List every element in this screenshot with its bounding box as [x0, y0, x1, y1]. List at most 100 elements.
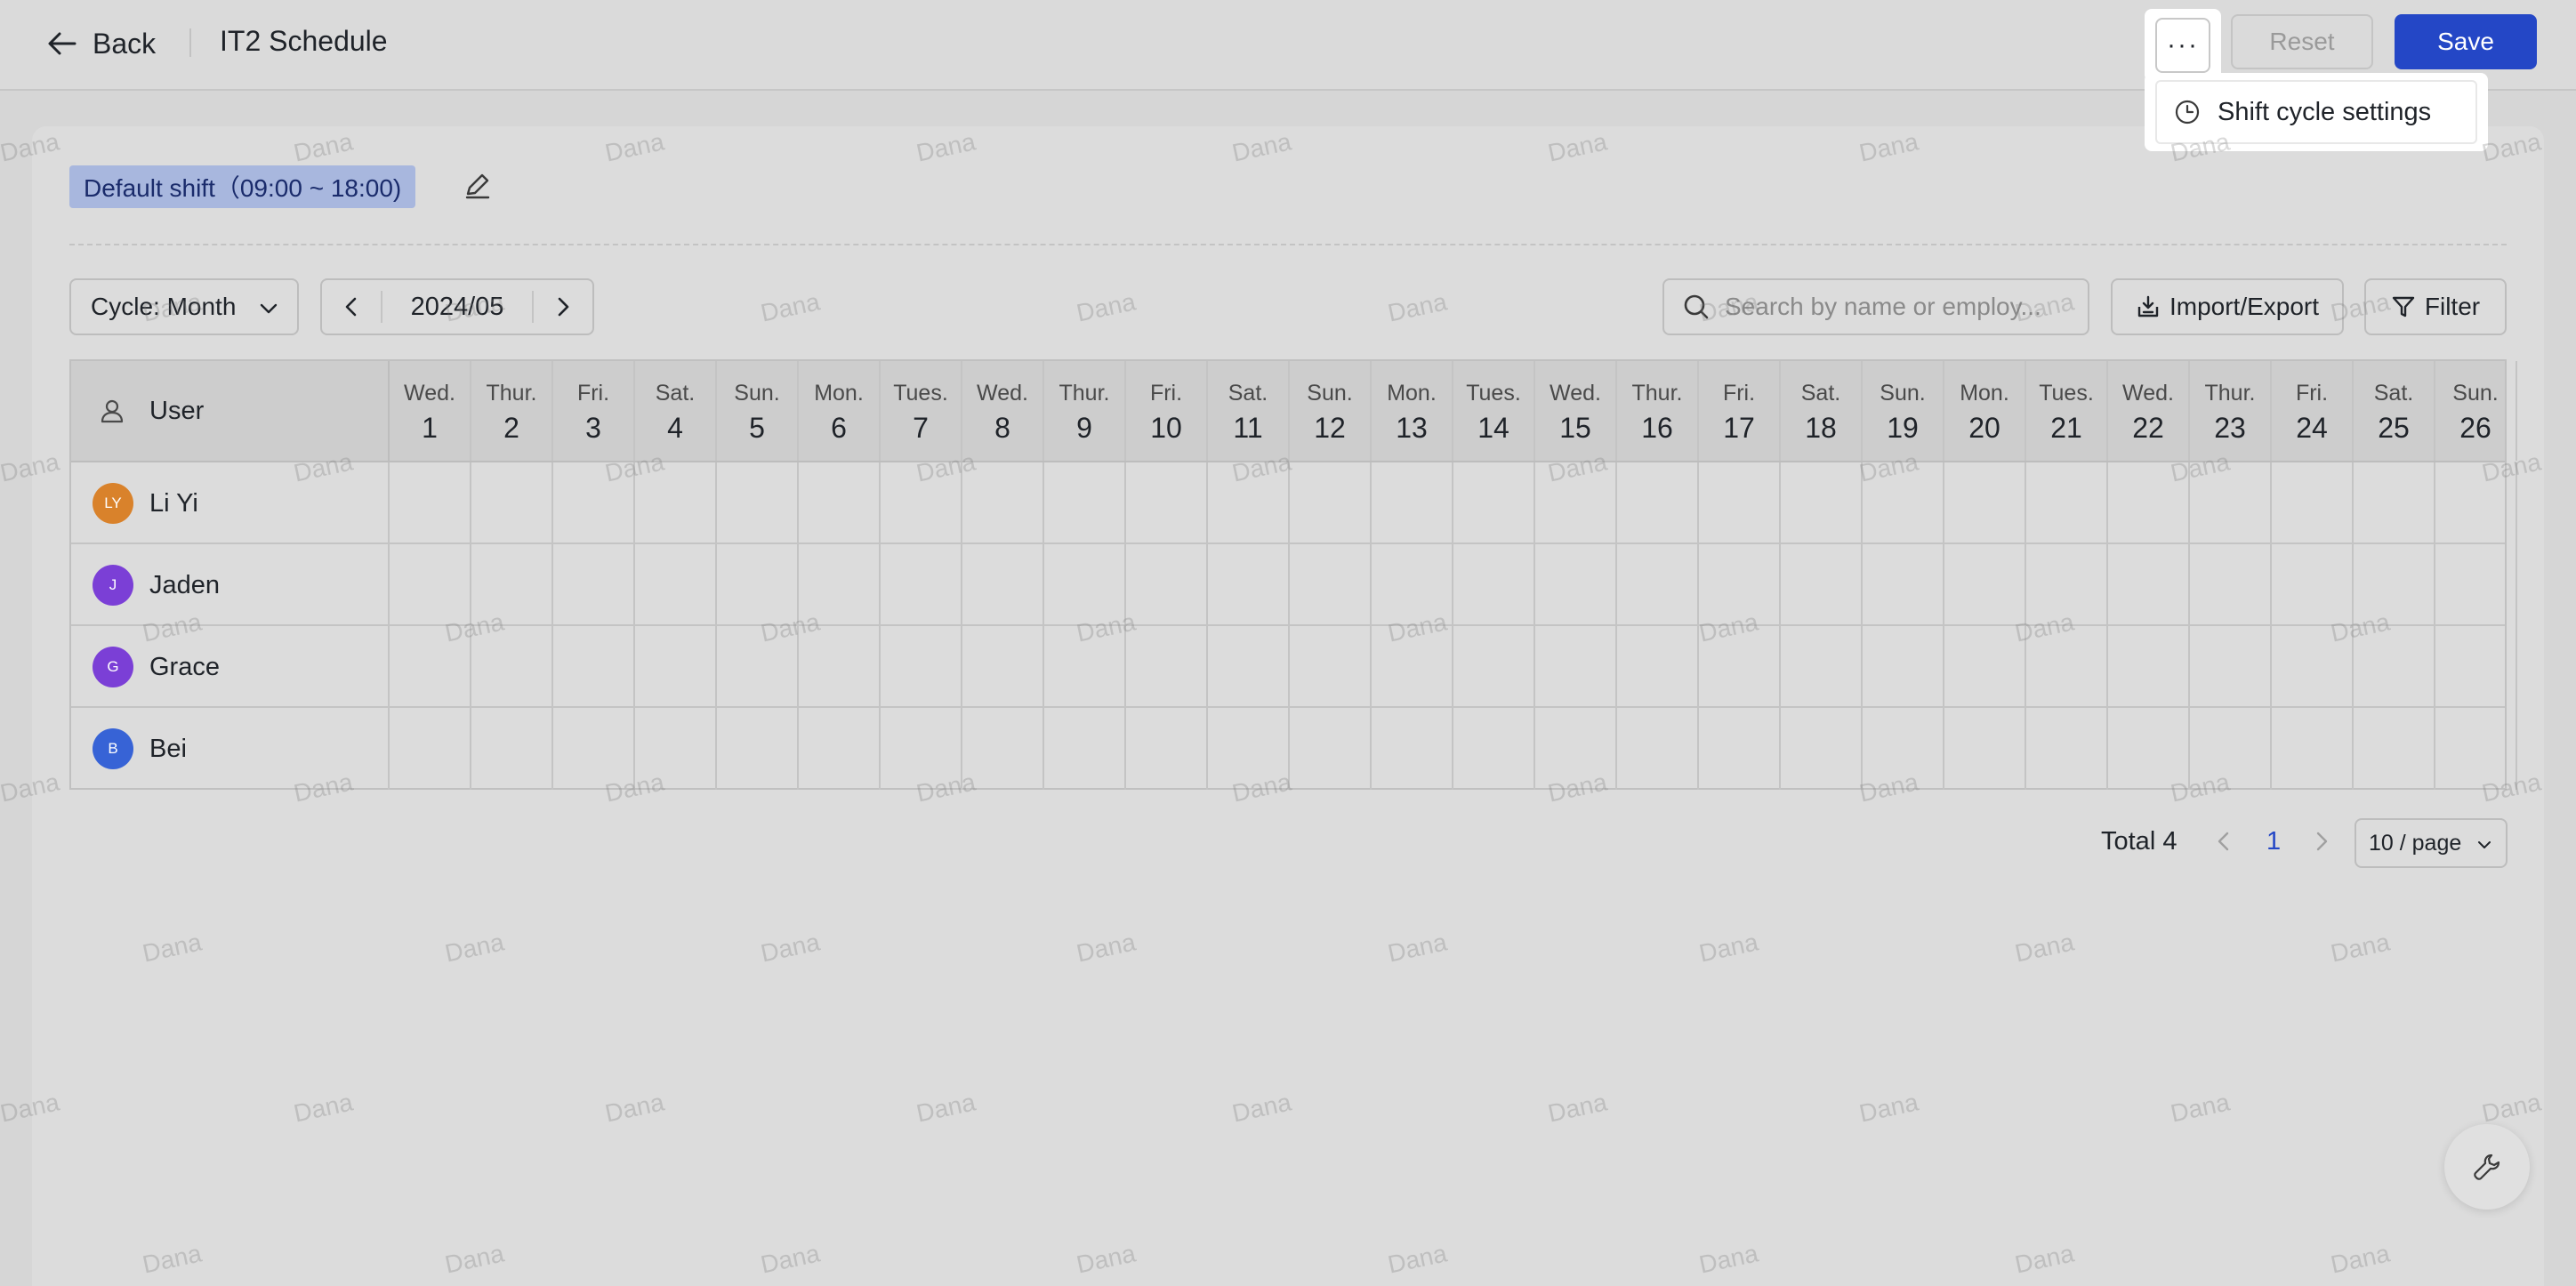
schedule-cell[interactable]	[2354, 462, 2435, 544]
schedule-cell[interactable]	[1781, 462, 1863, 544]
user-cell[interactable]: B Bei	[71, 708, 390, 790]
schedule-cell[interactable]	[1535, 626, 1617, 708]
user-cell[interactable]: J Jaden	[71, 544, 390, 626]
filter-button[interactable]: Filter	[2364, 278, 2507, 335]
schedule-cell[interactable]	[1535, 544, 1617, 626]
schedule-cell[interactable]	[1453, 462, 1535, 544]
schedule-cell[interactable]	[2272, 544, 2354, 626]
schedule-cell[interactable]	[2026, 544, 2108, 626]
schedule-cell[interactable]	[881, 626, 962, 708]
schedule-cell[interactable]	[881, 462, 962, 544]
schedule-cell[interactable]	[1944, 544, 2026, 626]
schedule-cell[interactable]	[1863, 708, 1944, 790]
schedule-cell[interactable]	[1372, 708, 1453, 790]
schedule-cell[interactable]	[2354, 544, 2435, 626]
schedule-cell[interactable]	[2435, 462, 2517, 544]
schedule-cell[interactable]	[2108, 626, 2190, 708]
tools-fab-button[interactable]	[2444, 1124, 2530, 1210]
schedule-cell[interactable]	[1044, 462, 1126, 544]
schedule-cell[interactable]	[1699, 626, 1781, 708]
schedule-cell[interactable]	[1535, 708, 1617, 790]
schedule-cell[interactable]	[2108, 708, 2190, 790]
schedule-cell[interactable]	[1863, 544, 1944, 626]
schedule-cell[interactable]	[390, 626, 471, 708]
schedule-cell[interactable]	[471, 626, 553, 708]
page-size-select[interactable]: 10 / page	[2355, 818, 2508, 868]
schedule-cell[interactable]	[2272, 462, 2354, 544]
schedule-cell[interactable]	[1944, 626, 2026, 708]
schedule-cell[interactable]	[1044, 544, 1126, 626]
schedule-cell[interactable]	[1372, 626, 1453, 708]
schedule-cell[interactable]	[799, 708, 881, 790]
search-input[interactable]	[1725, 293, 2081, 321]
schedule-cell[interactable]	[635, 462, 717, 544]
schedule-cell[interactable]	[1453, 708, 1535, 790]
shift-tag[interactable]: Default shift（09:00 ~ 18:00)	[69, 165, 416, 208]
schedule-cell[interactable]	[2272, 626, 2354, 708]
schedule-cell[interactable]	[471, 708, 553, 790]
schedule-cell[interactable]	[799, 626, 881, 708]
schedule-cell[interactable]	[1944, 708, 2026, 790]
schedule-cell[interactable]	[553, 544, 635, 626]
schedule-cell[interactable]	[2354, 626, 2435, 708]
schedule-cell[interactable]	[1617, 626, 1699, 708]
prev-month-button[interactable]	[322, 280, 381, 334]
schedule-cell[interactable]	[2435, 626, 2517, 708]
user-cell[interactable]: G Grace	[71, 626, 390, 708]
schedule-cell[interactable]	[2026, 708, 2108, 790]
edit-icon[interactable]	[463, 171, 493, 201]
schedule-cell[interactable]	[1372, 544, 1453, 626]
schedule-cell[interactable]	[2435, 544, 2517, 626]
schedule-cell[interactable]	[635, 708, 717, 790]
schedule-cell[interactable]	[1781, 626, 1863, 708]
schedule-cell[interactable]	[717, 626, 799, 708]
schedule-cell[interactable]	[2354, 708, 2435, 790]
schedule-cell[interactable]	[553, 708, 635, 790]
schedule-cell[interactable]	[553, 626, 635, 708]
schedule-cell[interactable]	[1863, 626, 1944, 708]
schedule-cell[interactable]	[1863, 462, 1944, 544]
more-button[interactable]: ···	[2145, 9, 2221, 82]
schedule-cell[interactable]	[2026, 626, 2108, 708]
schedule-cell[interactable]	[2190, 626, 2272, 708]
schedule-cell[interactable]	[962, 626, 1044, 708]
schedule-cell[interactable]	[881, 708, 962, 790]
schedule-cell[interactable]	[1290, 708, 1372, 790]
schedule-cell[interactable]	[2190, 544, 2272, 626]
schedule-cell[interactable]	[1617, 462, 1699, 544]
schedule-cell[interactable]	[2272, 708, 2354, 790]
current-month[interactable]: 2024/05	[382, 293, 532, 322]
schedule-cell[interactable]	[2026, 462, 2108, 544]
back-button[interactable]: Back	[44, 23, 156, 64]
schedule-cell[interactable]	[1044, 708, 1126, 790]
schedule-cell[interactable]	[881, 544, 962, 626]
schedule-cell[interactable]	[1290, 544, 1372, 626]
schedule-cell[interactable]	[1699, 462, 1781, 544]
schedule-cell[interactable]	[1453, 544, 1535, 626]
schedule-cell[interactable]	[1126, 544, 1208, 626]
schedule-cell[interactable]	[1781, 544, 1863, 626]
schedule-cell[interactable]	[1126, 626, 1208, 708]
schedule-cell[interactable]	[717, 708, 799, 790]
schedule-cell[interactable]	[962, 708, 1044, 790]
cycle-select[interactable]: Cycle: Month	[69, 278, 299, 335]
schedule-cell[interactable]	[1044, 626, 1126, 708]
user-cell[interactable]: LY Li Yi	[71, 462, 390, 544]
schedule-cell[interactable]	[1781, 708, 1863, 790]
schedule-cell[interactable]	[390, 708, 471, 790]
schedule-cell[interactable]	[2108, 544, 2190, 626]
schedule-cell[interactable]	[390, 544, 471, 626]
schedule-cell[interactable]	[635, 544, 717, 626]
schedule-cell[interactable]	[1535, 462, 1617, 544]
schedule-cell[interactable]	[1453, 626, 1535, 708]
schedule-cell[interactable]	[1617, 708, 1699, 790]
schedule-cell[interactable]	[2108, 462, 2190, 544]
schedule-cell[interactable]	[471, 544, 553, 626]
next-month-button[interactable]	[534, 280, 592, 334]
import-export-button[interactable]: Import/Export	[2111, 278, 2344, 335]
schedule-cell[interactable]	[962, 462, 1044, 544]
schedule-cell[interactable]	[1290, 626, 1372, 708]
schedule-cell[interactable]	[1372, 462, 1453, 544]
schedule-cell[interactable]	[1208, 544, 1290, 626]
schedule-cell[interactable]	[799, 544, 881, 626]
